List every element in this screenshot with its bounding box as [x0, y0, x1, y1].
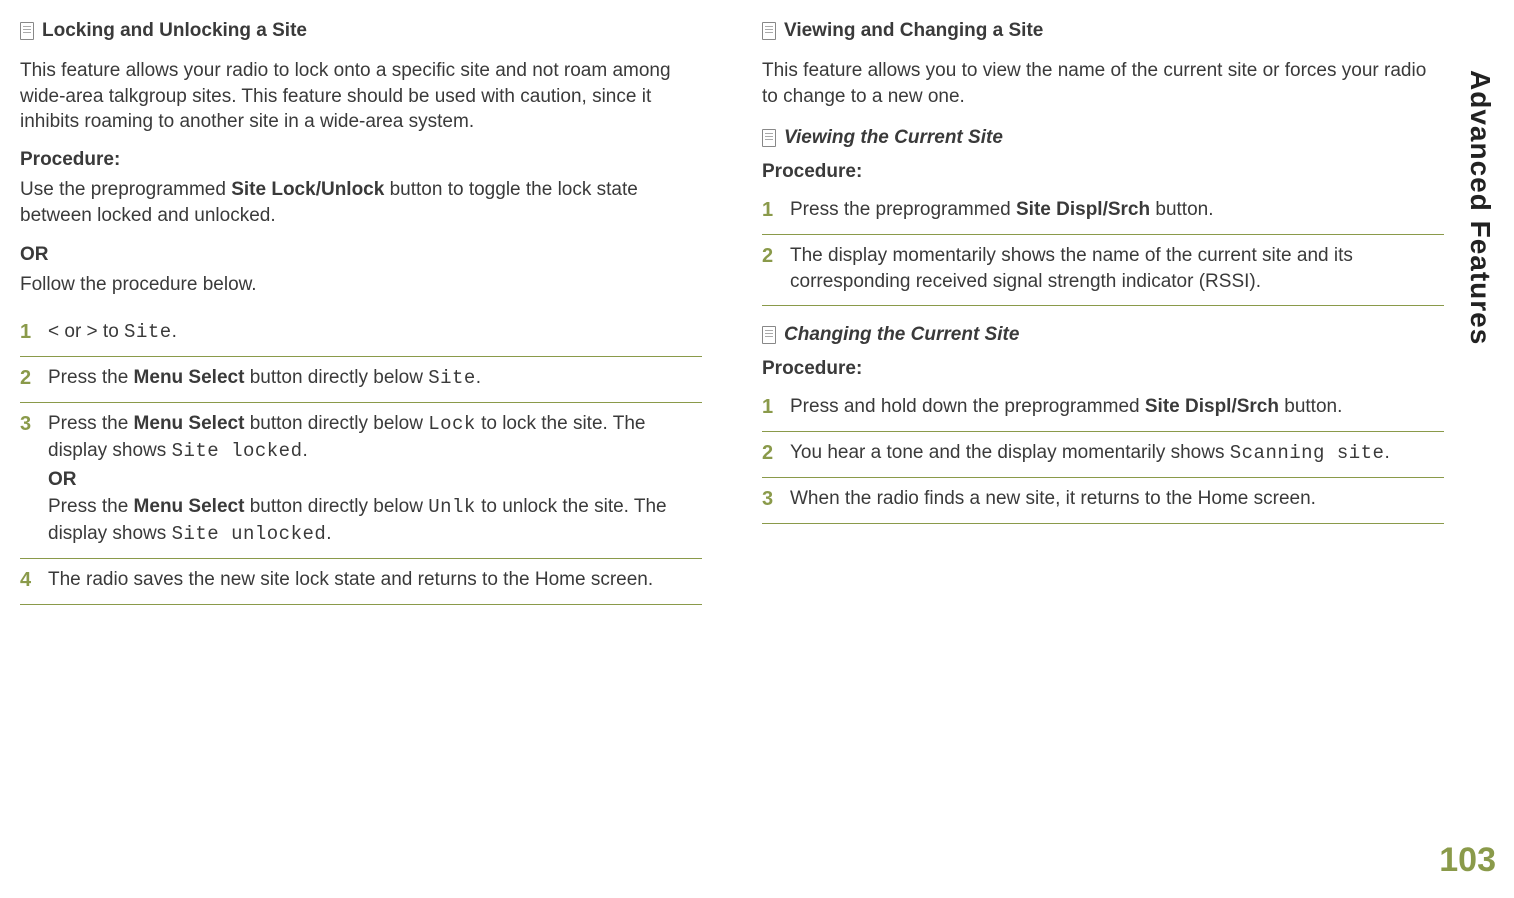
procedure-label: Procedure:	[762, 161, 1444, 183]
step-item: 3 When the radio finds a new site, it re…	[762, 478, 1444, 524]
or-label: OR	[48, 467, 702, 493]
text-fragment: .	[476, 367, 481, 388]
bold-text: Site Displ/Srch	[1145, 396, 1279, 417]
step-number: 3	[762, 486, 776, 513]
code-text: Site	[428, 367, 476, 389]
text-fragment: Press and hold down the preprogrammed	[790, 396, 1145, 417]
step-item: 2 You hear a tone and the display moment…	[762, 432, 1444, 478]
step-body: You hear a tone and the display momentar…	[790, 440, 1444, 467]
text-fragment: button.	[1279, 396, 1342, 417]
step-body: When the radio finds a new site, it retu…	[790, 486, 1444, 512]
sub-section-title-viewing-current: Viewing the Current Site	[762, 127, 1444, 149]
section-title-viewing: Viewing and Changing a Site	[762, 20, 1444, 42]
text-fragment: Press the	[48, 413, 134, 434]
step-body: Press and hold down the preprogrammed Si…	[790, 394, 1444, 420]
step-number: 1	[762, 197, 776, 224]
heading-text: Locking and Unlocking a Site	[42, 20, 307, 42]
text-fragment: .	[326, 523, 331, 544]
steps-list: 1 Press the preprogrammed Site Displ/Src…	[762, 189, 1444, 305]
step-body: The radio saves the new site lock state …	[48, 567, 702, 593]
steps-list: 1 Press and hold down the preprogrammed …	[762, 386, 1444, 524]
intro-paragraph: This feature allows your radio to lock o…	[20, 58, 702, 135]
section-title-locking: Locking and Unlocking a Site	[20, 20, 702, 42]
text-fragment: .	[1384, 442, 1389, 463]
page-number: 103	[1439, 841, 1496, 880]
step-item: 2 Press the Menu Select button directly …	[20, 357, 702, 403]
step-item: 4 The radio saves the new site lock stat…	[20, 559, 702, 605]
step-item: 1 Press the preprogrammed Site Displ/Src…	[762, 189, 1444, 235]
steps-list: 1 < or > to Site. 2 Press the Menu Selec…	[20, 311, 702, 604]
text-fragment: Press the	[48, 496, 134, 517]
procedure-text: Use the preprogrammed Site Lock/Unlock b…	[20, 177, 702, 228]
step-item: 3 Press the Menu Select button directly …	[20, 403, 702, 558]
heading-text: Viewing and Changing a Site	[784, 20, 1043, 42]
subheading-text: Changing the Current Site	[784, 324, 1019, 346]
code-text: Lock	[428, 413, 476, 435]
step-item: 1 < or > to Site.	[20, 311, 702, 357]
step-body: Press the Menu Select button directly be…	[48, 411, 702, 547]
step-number: 1	[762, 394, 776, 421]
procedure-label: Procedure:	[20, 149, 702, 171]
document-icon	[762, 129, 776, 147]
text-fragment: < or > to	[48, 321, 124, 342]
bold-text: Menu Select	[134, 413, 245, 434]
code-text: Site locked	[172, 440, 303, 462]
subheading-text: Viewing the Current Site	[784, 127, 1003, 149]
code-text: Site	[124, 321, 172, 343]
step-number: 2	[762, 243, 776, 270]
step-number: 1	[20, 319, 34, 346]
bold-text: Menu Select	[134, 496, 245, 517]
text-fragment: .	[172, 321, 177, 342]
code-text: Scanning site	[1230, 442, 1385, 464]
bold-text: Site Displ/Srch	[1016, 199, 1150, 220]
text-fragment: .	[302, 440, 307, 461]
step-body: The display momentarily shows the name o…	[790, 243, 1444, 294]
step-number: 2	[20, 365, 34, 392]
sub-section-title-changing-current: Changing the Current Site	[762, 324, 1444, 346]
step-body: Press the Menu Select button directly be…	[48, 365, 702, 392]
text-fragment: button directly below	[244, 496, 428, 517]
step-number: 2	[762, 440, 776, 467]
step-number: 3	[20, 411, 34, 438]
bold-text: Menu Select	[134, 367, 245, 388]
side-section-label: Advanced Features	[1464, 70, 1496, 345]
text-fragment: Press the	[48, 367, 134, 388]
follow-text: Follow the procedure below.	[20, 272, 702, 298]
text-fragment: Use the preprogrammed	[20, 179, 231, 200]
step-item: 1 Press and hold down the preprogrammed …	[762, 386, 1444, 432]
text-fragment: Press the preprogrammed	[790, 199, 1016, 220]
document-icon	[762, 326, 776, 344]
code-text: Site unlocked	[172, 523, 327, 545]
or-label: OR	[20, 242, 702, 268]
step-body: < or > to Site.	[48, 319, 702, 346]
right-column: Viewing and Changing a Site This feature…	[762, 20, 1444, 605]
text-fragment: You hear a tone and the display momentar…	[790, 442, 1230, 463]
document-icon	[762, 22, 776, 40]
step-item: 2 The display momentarily shows the name…	[762, 235, 1444, 305]
code-text: Unlk	[428, 496, 476, 518]
text-fragment: button directly below	[244, 413, 428, 434]
procedure-label: Procedure:	[762, 358, 1444, 380]
text-fragment: button.	[1150, 199, 1213, 220]
text-fragment: button directly below	[244, 367, 428, 388]
step-body: Press the preprogrammed Site Displ/Srch …	[790, 197, 1444, 223]
bold-text: Site Lock/Unlock	[231, 179, 384, 200]
left-column: Locking and Unlocking a Site This featur…	[20, 20, 702, 605]
step-number: 4	[20, 567, 34, 594]
document-icon	[20, 22, 34, 40]
intro-paragraph: This feature allows you to view the name…	[762, 58, 1444, 109]
